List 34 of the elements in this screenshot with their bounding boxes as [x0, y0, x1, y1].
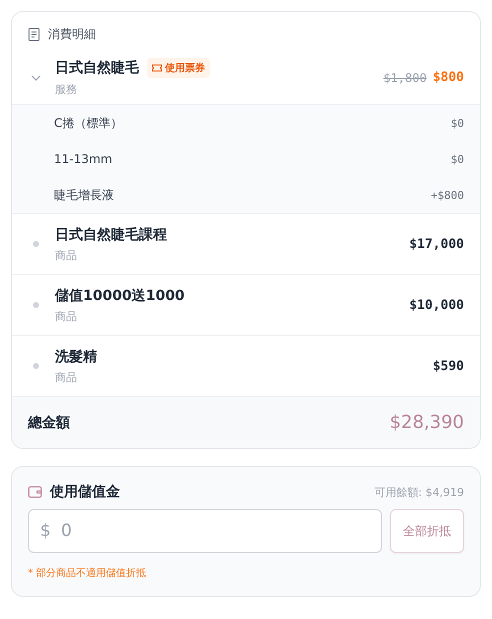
- item-price: $590: [432, 358, 464, 374]
- section-title: 使用儲值金: [50, 483, 121, 501]
- document-icon: [28, 28, 40, 41]
- bullet-dot: [33, 363, 39, 369]
- bullet-dot: [33, 241, 39, 247]
- item-category: 商品: [55, 248, 78, 262]
- item-name: 日式自然睫毛: [55, 59, 139, 77]
- option-name: 11-13mm: [54, 152, 112, 166]
- item-category: 服務: [55, 82, 78, 97]
- item-name: 日式自然睫毛課程: [55, 226, 167, 244]
- option-price: $0: [450, 152, 464, 166]
- option-price: +$800: [430, 188, 464, 202]
- original-price: $1,800: [383, 70, 427, 84]
- item-name: 儲值10000送1000: [55, 286, 185, 304]
- section-title: 消費明細: [48, 26, 96, 43]
- item-price: $800: [432, 70, 464, 85]
- bullet-dot: [33, 302, 39, 308]
- total-amount: $28,390: [390, 412, 464, 433]
- note-text: * 部分商品不適用儲值折抵: [28, 566, 148, 580]
- balance-text: 可用餘額: $4,919: [374, 484, 464, 500]
- item-category: 商品: [55, 308, 78, 324]
- item-name: 洗髮精: [55, 348, 97, 366]
- apply-all-button[interactable]: 全部折抵: [390, 509, 464, 553]
- currency-symbol: $: [40, 521, 51, 541]
- wallet-icon: [28, 486, 42, 498]
- option-price: $0: [450, 116, 464, 130]
- ticket-badge: 使用票券: [147, 58, 210, 78]
- total-label: 總金額: [28, 414, 70, 432]
- chevron-icon[interactable]: [31, 74, 41, 80]
- item-price: $17,000: [409, 236, 464, 252]
- item-category: 商品: [55, 370, 78, 384]
- item-price: $10,000: [409, 298, 464, 312]
- option-name: 睫毛增長液: [54, 186, 114, 204]
- option-name: C捲（標準）: [54, 114, 122, 132]
